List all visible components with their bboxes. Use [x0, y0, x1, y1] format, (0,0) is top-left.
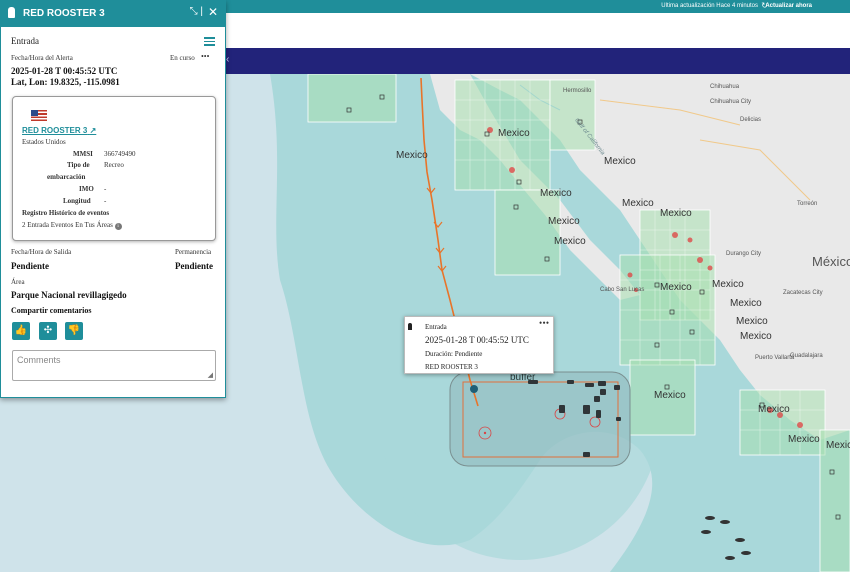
history-label: Registro Histórico de eventos [22, 209, 110, 217]
minimize-icon[interactable]: ⤡ | [190, 6, 203, 17]
boat-icon [8, 7, 15, 18]
section-title: Entrada [11, 36, 39, 46]
more-options-icon[interactable]: ••• [201, 52, 209, 61]
vessel-marker [470, 385, 478, 393]
buffer-area [449, 371, 631, 467]
share-label: Compartir comentarios [11, 306, 92, 315]
stay-label: Permanencia [175, 248, 212, 256]
length-value: - [104, 197, 107, 205]
vessel-panel: RED ROOSTER 3 ⤡ | ✕ Entrada Fecha/Hora d… [0, 0, 226, 398]
refresh-button[interactable]: Actualizar ahora [765, 3, 812, 9]
resize-handle-icon[interactable]: ◢ [208, 371, 213, 379]
history-value[interactable]: 2 Entrada Eventos En Tus Áreas i [22, 221, 122, 230]
label-mexico: Mexico [604, 156, 636, 167]
vessel-card: RED ROOSTER 3 ↗ Estados Unidos MMSI 3667… [12, 96, 216, 241]
boat-icon [408, 323, 412, 330]
vessel-country: Estados Unidos [22, 138, 66, 146]
panel-title: RED ROOSTER 3 [23, 8, 105, 19]
popup-duration: Duración: Pendiente [425, 350, 483, 358]
menu-icon[interactable] [204, 37, 215, 48]
label-mexico: Mexico [498, 128, 530, 139]
departure-label: Fecha/Hora de Salida [11, 248, 72, 256]
popup-vessel: RED ROOSTER 3 [425, 363, 478, 371]
neutral-button[interactable]: ✣ [39, 322, 57, 340]
event-popup[interactable]: Entrada • • • 2025-01-28 T 00:45:52 UTC … [404, 316, 554, 374]
close-icon[interactable]: ✕ [208, 5, 218, 19]
header-bar [226, 13, 850, 48]
label-mexico: Mexico [540, 188, 572, 199]
chevron-left-icon[interactable]: ‹ [226, 54, 229, 65]
mmsi-label: MMSI [73, 150, 93, 158]
label-delicias: Delicias [740, 117, 762, 123]
imo-value: - [104, 185, 107, 193]
label-mexico: Mexico [660, 208, 692, 219]
label-mexico: Mexico [712, 279, 744, 290]
nav-bar: ‹ [226, 48, 850, 74]
status-text: En curso [170, 54, 195, 62]
type-label: Tipo de [67, 161, 90, 169]
last-update-text: Ultima actualización Hace 4 minutos [661, 3, 758, 9]
label-mexico: Mexico [788, 434, 820, 445]
label-mexico: Mexico [758, 404, 790, 415]
thumbs-down-button[interactable]: 👎 [65, 322, 83, 340]
alert-latlon: Lat, Lon: 19.8325, -115.0981 [11, 77, 120, 87]
comments-placeholder: Comments [17, 355, 61, 365]
more-options-icon[interactable]: • • • [539, 318, 549, 328]
alert-label: Fecha/Hora del Alerta [11, 54, 73, 62]
label-mexico: Mexico [730, 298, 762, 309]
external-link-icon: ↗ [89, 126, 97, 135]
label-puerto-vallarta: Puerto Vallarta [755, 355, 795, 361]
label-cabo: Cabo San Lucas [600, 287, 645, 293]
type-value: Recreo [104, 161, 124, 169]
departure-value: Pendiente [11, 261, 49, 271]
label-durango: Durango City [726, 251, 762, 257]
stay-value: Pendiente [175, 261, 213, 271]
label-chihuahua-city: Chihuahua City [710, 99, 752, 105]
label-mexico: Mexico [826, 440, 850, 451]
us-flag-icon [31, 110, 47, 121]
label-mexico: Mexico [736, 316, 768, 327]
imo-label: IMO [79, 185, 94, 193]
label-hermosillo: Hermosillo [563, 88, 592, 94]
vessel-link[interactable]: RED ROOSTER 3 ↗ [22, 126, 96, 135]
comments-field[interactable]: Comments ◢ [12, 350, 216, 381]
label-mexico: Mexico [548, 216, 580, 227]
label-mexico: Mexico [396, 150, 428, 161]
type-label-2: embarcación [47, 173, 86, 181]
area-value: Parque Nacional revillagigedo [11, 290, 127, 300]
label-zacatecas: Zacatecas City [783, 290, 823, 296]
length-label: Longitud [63, 197, 91, 205]
label-mexico: Mexico [622, 198, 654, 209]
thumbs-up-button[interactable]: 👍 [12, 322, 30, 340]
label-mexico-country: México [812, 254, 850, 269]
label-mexico: Mexico [654, 390, 686, 401]
area-label: Área [11, 278, 25, 286]
alert-datetime: 2025-01-28 T 00:45:52 UTC [11, 66, 118, 76]
panel-header: RED ROOSTER 3 ⤡ | ✕ [1, 1, 225, 27]
popup-type: Entrada [425, 323, 447, 331]
mmsi-value: 366749490 [104, 150, 136, 158]
info-icon: i [114, 223, 122, 230]
label-mexico: Mexico [554, 236, 586, 247]
label-chihuahua: Chihuahua [710, 84, 740, 90]
label-torreon: Torreón [797, 201, 818, 207]
popup-datetime: 2025-01-28 T 00:45:52 UTC [425, 335, 529, 345]
label-mexico: Mexico [740, 331, 772, 342]
label-guadalajara: Guadalajara [790, 353, 823, 359]
label-mexico: Mexico [660, 282, 692, 293]
